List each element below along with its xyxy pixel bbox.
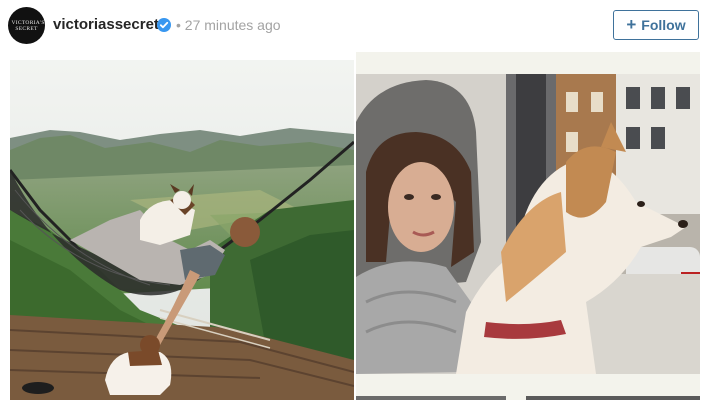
hammock-mountain-photo[interactable]	[10, 60, 354, 400]
verified-badge-icon	[157, 18, 171, 32]
car-dog-photo[interactable]	[356, 52, 700, 400]
post-time: • 27 minutes ago	[176, 17, 281, 33]
avatar[interactable]: VICTORIA'S SECRET	[8, 7, 45, 44]
follow-button[interactable]: + Follow	[613, 10, 699, 40]
plus-icon: +	[626, 14, 637, 34]
follow-label: Follow	[641, 17, 686, 33]
username-link[interactable]: victoriassecret	[53, 16, 159, 33]
post-header: VICTORIA'S SECRET victoriassecret • 27 m…	[0, 0, 710, 50]
